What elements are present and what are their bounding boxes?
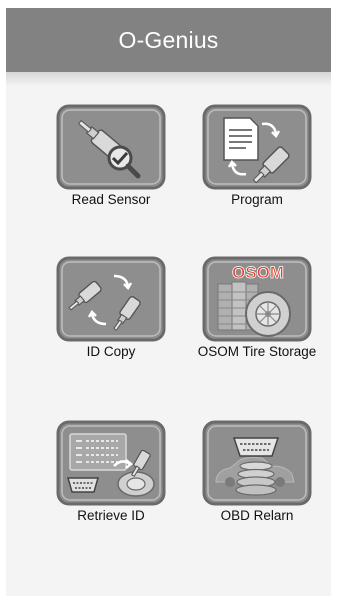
obd-relearn-icon [202,420,312,506]
app-screen: O-Genius Read Sensor Program ID Copy OSO… [6,8,331,596]
app-title: O-Genius [118,26,219,53]
id-copy-label: ID Copy [86,344,136,359]
id-copy-icon [56,256,166,342]
osom-tire-storage-button[interactable]: OSOM OSOM Tire Storage [198,256,316,364]
obd-relearn-label: OBD Relarn [220,508,294,523]
osom-badge-text: OSOM [232,263,284,282]
id-copy-button[interactable]: ID Copy [56,256,166,364]
title-bar-shadow [6,72,331,86]
osom-tire-storage-label: OSOM Tire Storage [197,344,317,359]
read-sensor-button[interactable]: Read Sensor [56,104,166,212]
read-sensor-label: Read Sensor [71,192,151,207]
program-label: Program [231,192,283,207]
retrieve-id-icon [56,420,166,506]
read-sensor-icon [56,104,166,190]
osom-tire-storage-icon: OSOM [202,256,312,342]
retrieve-id-label: Retrieve ID [77,508,145,523]
title-bar: O-Genius [6,8,331,72]
program-icon [202,104,312,190]
retrieve-id-button[interactable]: Retrieve ID [56,420,166,528]
obd-relearn-button[interactable]: OBD Relarn [202,420,312,528]
program-button[interactable]: Program [202,104,312,212]
